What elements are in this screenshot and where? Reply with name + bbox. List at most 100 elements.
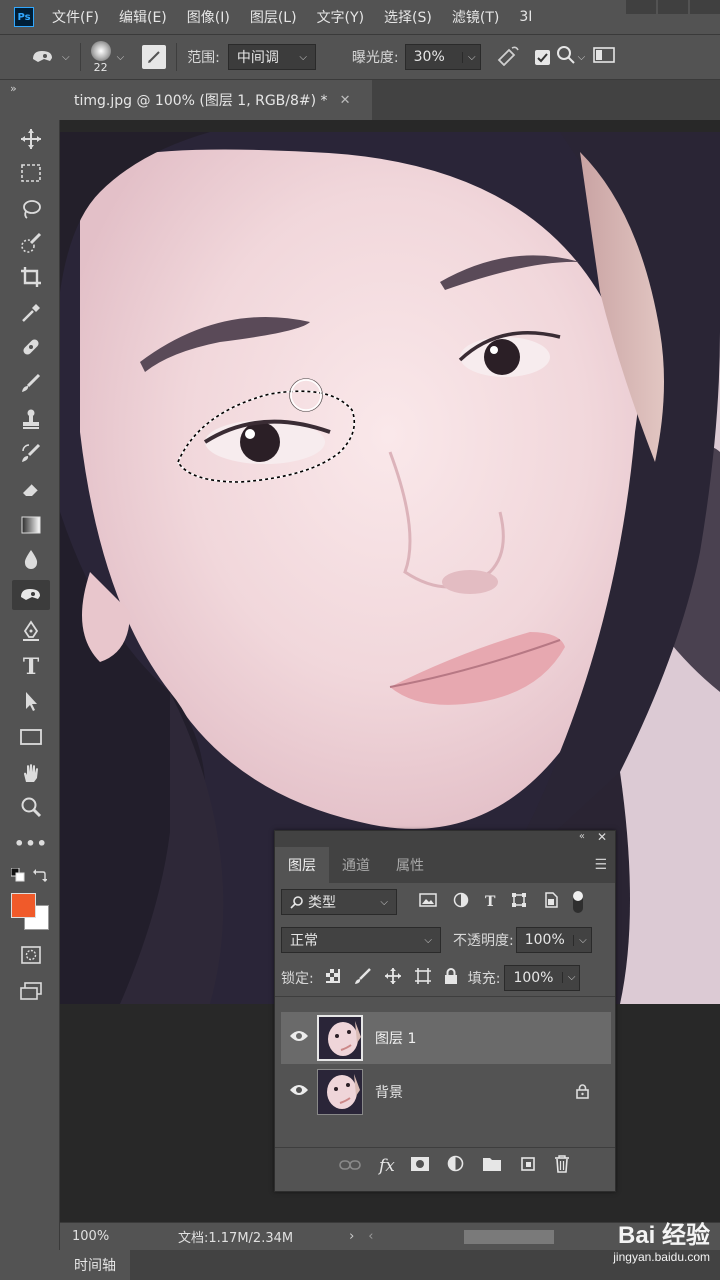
close-window-button[interactable] (690, 0, 720, 14)
lock-transparent-pixels-icon[interactable] (325, 968, 340, 987)
status-menu-arrow[interactable]: › (349, 1229, 354, 1244)
blend-mode-select[interactable]: 正常 ⌵ (281, 927, 441, 953)
collapse-panels-icon[interactable]: » (10, 82, 17, 95)
path-selection-tool-icon[interactable] (16, 686, 46, 716)
document-tab[interactable]: timg.jpg @ 100% (图层 1, RGB/8#) * ✕ (60, 80, 372, 120)
collapse-icon[interactable]: « (579, 831, 585, 842)
marquee-tool-icon[interactable] (16, 158, 46, 188)
tool-preset-picker[interactable]: ⌵ (30, 47, 70, 67)
exposure-input[interactable]: 30% ⌵ (404, 44, 481, 70)
layer-style-icon[interactable]: fx (379, 1156, 395, 1176)
minimize-button[interactable] (626, 0, 656, 14)
filter-type-icon[interactable]: T (485, 894, 495, 910)
link-layers-icon[interactable] (339, 1156, 361, 1175)
blur-tool-icon[interactable] (16, 544, 46, 574)
document-info[interactable]: 文档:1.17M/2.34M (178, 1227, 293, 1246)
brush-size-picker[interactable]: 22 ⌵ (90, 40, 124, 74)
type-tool-icon[interactable]: T (16, 652, 46, 682)
watermark-brand: Bai 经验 (617, 1222, 710, 1249)
brush-tool-icon[interactable] (16, 368, 46, 398)
screen-mode-icon[interactable] (16, 976, 46, 1006)
chevron-down-icon: ⌵ (424, 934, 432, 946)
menu-filter[interactable]: 滤镜(T) (452, 7, 499, 27)
airbrush-button[interactable] (495, 44, 521, 70)
layer-row[interactable]: 图层 1 (281, 1012, 611, 1064)
filter-pixel-icon[interactable] (419, 892, 437, 912)
lasso-tool-icon[interactable] (16, 194, 46, 224)
menu-file[interactable]: 文件(F) (52, 7, 99, 27)
more-tools-icon[interactable]: ••• (14, 828, 47, 858)
quick-selection-tool-icon[interactable] (16, 228, 46, 258)
opacity-value: 100% (524, 932, 565, 948)
default-colors-icon[interactable] (10, 867, 25, 886)
new-group-icon[interactable] (482, 1156, 502, 1176)
lock-all-icon[interactable] (444, 967, 458, 988)
menu-type[interactable]: 文字(Y) (317, 7, 364, 27)
panel-menu-icon[interactable]: ☰ (594, 857, 607, 873)
brush-settings-button[interactable] (142, 45, 167, 69)
opacity-input[interactable]: 100% ⌵ (515, 927, 592, 953)
brush-tip-icon (90, 40, 111, 61)
swap-colors-icon[interactable] (33, 867, 48, 886)
menu-edit[interactable]: 编辑(E) (119, 7, 167, 27)
gradient-tool-icon[interactable] (16, 510, 46, 540)
eyedropper-tool-icon[interactable] (16, 298, 46, 328)
foreground-color-swatch[interactable] (11, 893, 36, 918)
maximize-button[interactable] (658, 0, 688, 14)
protect-tones-checkbox[interactable] (534, 49, 550, 65)
layer-filter-select[interactable]: 类型 ⌵ (281, 889, 397, 915)
filter-smart-object-icon[interactable] (543, 892, 559, 912)
toggle-knob (573, 891, 584, 901)
baidu-watermark: Bai 经验 jingyan.baidu.com (613, 1215, 710, 1264)
filter-toggle-switch[interactable] (573, 891, 584, 913)
chevron-down-icon: ⌵ (299, 51, 307, 63)
healing-brush-tool-icon[interactable] (16, 332, 46, 362)
filter-row: 类型 ⌵ T (275, 883, 615, 921)
new-adjustment-layer-icon[interactable] (447, 1155, 464, 1176)
filter-adjustment-icon[interactable] (453, 892, 469, 912)
new-layer-icon[interactable] (520, 1156, 536, 1176)
menu-3d[interactable]: 3I (519, 9, 532, 25)
tab-properties[interactable]: 属性 (383, 847, 437, 883)
document-tab-bar: timg.jpg @ 100% (图层 1, RGB/8#) * ✕ (60, 80, 720, 120)
search-button[interactable] (556, 45, 576, 69)
visibility-eye-icon[interactable] (289, 1029, 309, 1047)
move-tool-icon[interactable] (16, 124, 46, 154)
filter-shape-icon[interactable] (511, 892, 527, 912)
menu-select[interactable]: 选择(S) (384, 7, 432, 27)
hand-tool-icon[interactable] (16, 758, 46, 788)
timeline-tab[interactable]: 时间轴 (60, 1250, 130, 1280)
tab-channels[interactable]: 通道 (329, 847, 383, 883)
delete-layer-icon[interactable] (554, 1154, 570, 1177)
zoom-level[interactable]: 100% (72, 1229, 168, 1244)
crop-tool-icon[interactable] (16, 262, 46, 292)
sponge-tool-icon[interactable] (12, 580, 50, 610)
range-select[interactable]: 中间调 ⌵ (227, 44, 316, 70)
scroll-left-arrow[interactable]: ‹ (368, 1229, 373, 1244)
fill-input[interactable]: 100% ⌵ (504, 964, 581, 991)
lock-position-icon[interactable] (384, 967, 402, 989)
horizontal-scrollbar[interactable] (463, 1229, 554, 1244)
zoom-tool-icon[interactable] (16, 792, 46, 822)
close-tab-icon[interactable]: ✕ (340, 93, 351, 108)
filter-label: 类型 (308, 895, 336, 911)
quick-mask-icon[interactable] (16, 940, 46, 970)
clone-stamp-tool-icon[interactable] (16, 404, 46, 434)
rectangle-tool-icon[interactable] (16, 722, 46, 752)
close-panel-icon[interactable]: ✕ (597, 830, 607, 844)
tab-layers[interactable]: 图层 (275, 847, 329, 883)
eraser-tool-icon[interactable] (16, 474, 46, 504)
add-mask-icon[interactable] (410, 1156, 429, 1175)
visibility-eye-icon[interactable] (289, 1083, 309, 1101)
layer-row[interactable]: 背景 (281, 1066, 611, 1118)
history-brush-tool-icon[interactable] (16, 438, 46, 468)
workspace-button[interactable] (593, 46, 616, 68)
lock-artboard-icon[interactable] (414, 967, 432, 989)
lock-image-pixels-icon[interactable] (354, 967, 372, 989)
airbrush-icon (497, 46, 519, 67)
pen-tool-icon[interactable] (16, 616, 46, 646)
lock-row: 锁定: 填充: 100% ⌵ (275, 959, 615, 997)
menu-image[interactable]: 图像(I) (187, 7, 230, 27)
panel-header: « ✕ (275, 830, 615, 847)
menu-layer[interactable]: 图层(L) (250, 7, 297, 27)
